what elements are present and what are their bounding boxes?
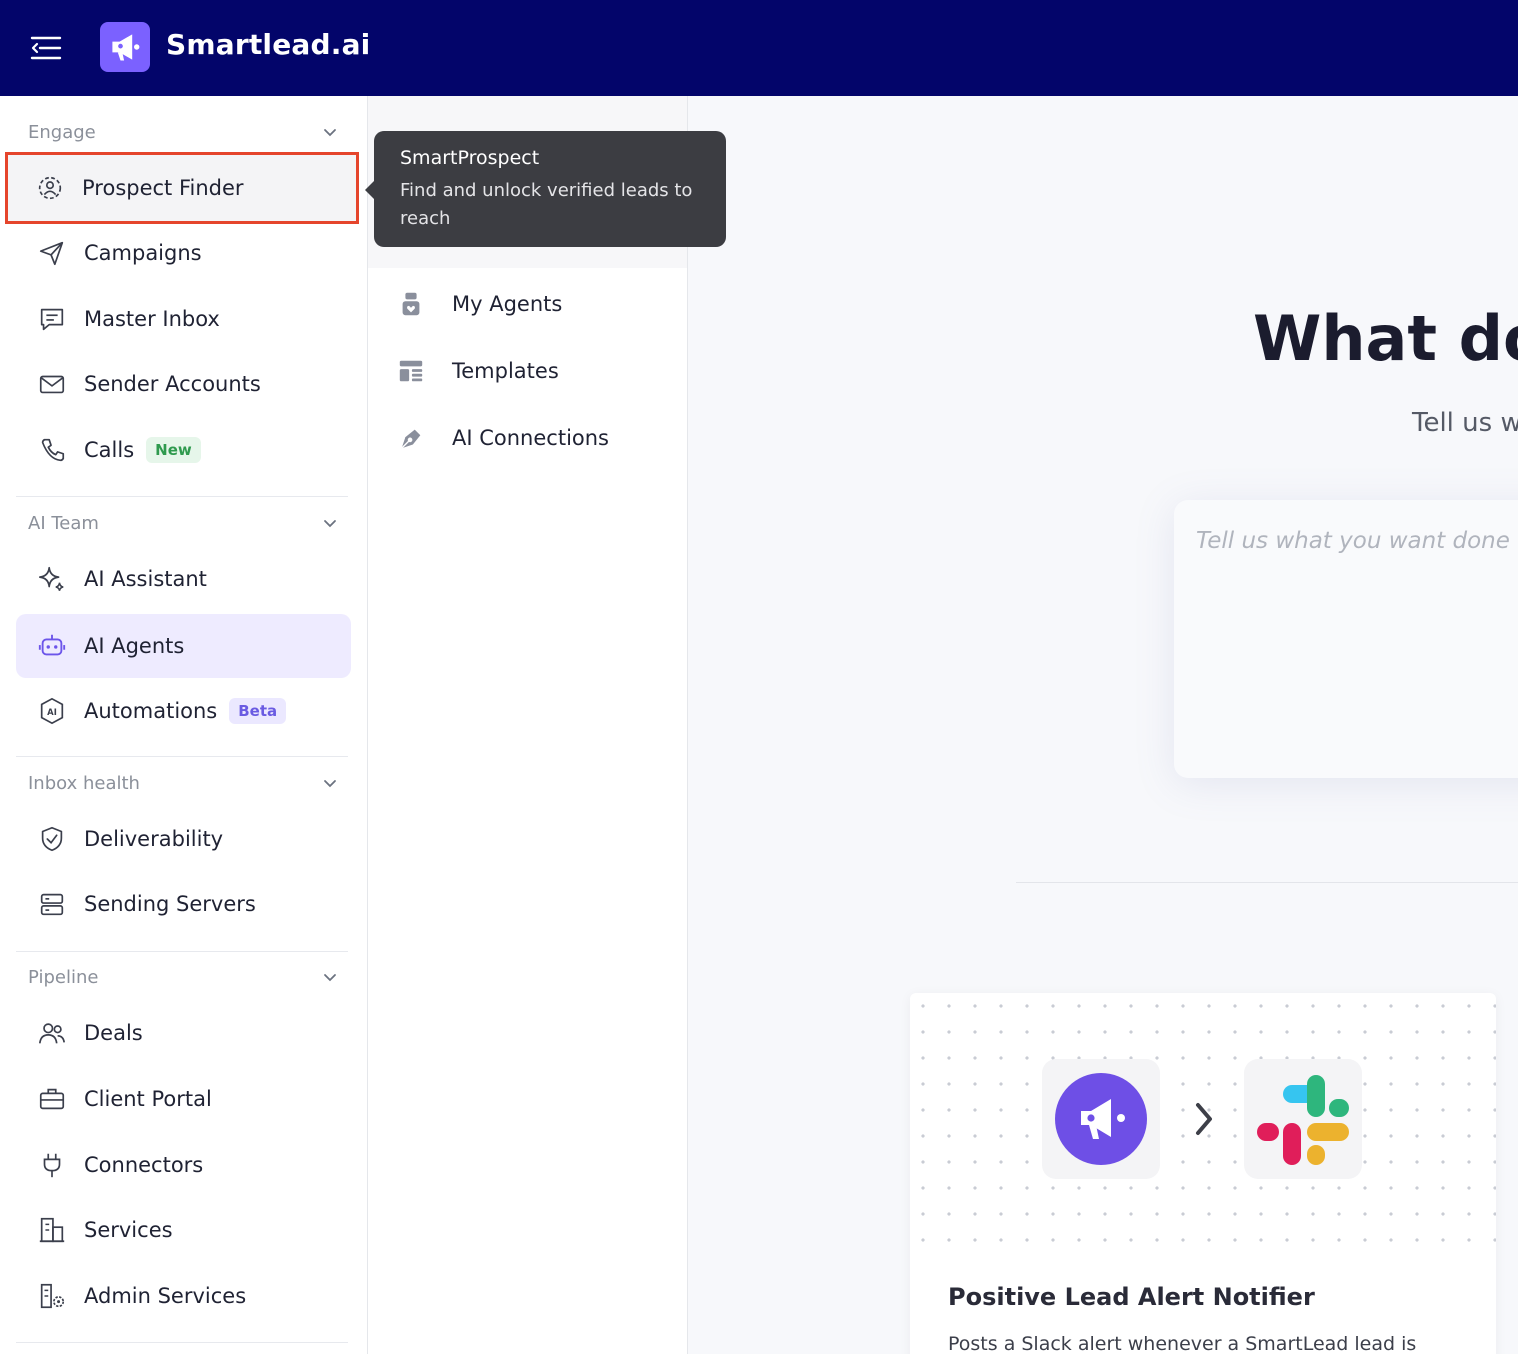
section-title: AI Team: [28, 512, 99, 534]
tooltip-body: Find and unlock verified leads to reach: [400, 180, 693, 229]
section-title: Engage: [28, 121, 96, 143]
sidebar-item-automations[interactable]: AI Automations Beta: [16, 679, 351, 743]
tooltip-title: SmartProspect: [400, 147, 540, 169]
subnav-item-ai-connections[interactable]: AI Connections: [396, 413, 676, 463]
sidebar-item-ai-agents[interactable]: AI Agents: [16, 614, 351, 678]
sidebar-item-label: Deliverability: [84, 827, 224, 851]
subnav-item-templates[interactable]: Templates: [396, 346, 676, 396]
chat-icon: [36, 303, 68, 335]
prospect-finder-tooltip: SmartProspect Find and unlock verified l…: [365, 131, 726, 247]
card-title: Positive Lead Alert Notifier: [948, 1283, 1315, 1311]
sidebar-item-label: Campaigns: [84, 241, 202, 265]
mail-icon: [36, 368, 68, 400]
sidebar-item-label: Sender Accounts: [84, 372, 261, 396]
users-icon: [36, 1017, 68, 1049]
section-header-pipeline[interactable]: Pipeline: [28, 962, 338, 992]
smartlead-app-tile: [1042, 1059, 1160, 1179]
main-content: What do Tell us w Tell us what you want …: [688, 96, 1518, 1354]
robot-icon: [36, 630, 68, 662]
sidebar-item-campaigns[interactable]: Campaigns: [16, 221, 351, 285]
top-header: Smartlead.ai: [0, 0, 1518, 96]
sidebar-item-calls[interactable]: Calls New: [16, 418, 351, 482]
divider: [1016, 882, 1518, 883]
brand-name[interactable]: Smartlead.ai: [166, 28, 370, 61]
chevron-down-icon: [324, 974, 336, 982]
hero-subtitle: Tell us w: [1412, 408, 1518, 438]
sidebar-item-services[interactable]: Services: [16, 1198, 351, 1262]
sidebar: Engage Prospect Finder Campaigns Master …: [0, 96, 368, 1354]
subnav-item-my-agents[interactable]: My Agents: [396, 279, 676, 329]
sidebar-item-admin-services[interactable]: Admin Services: [16, 1264, 351, 1328]
svg-text:AI: AI: [47, 707, 57, 717]
agent-icon: [396, 289, 426, 319]
prompt-box: [1174, 500, 1518, 778]
building-gear-icon: [36, 1280, 68, 1312]
section-header-inbox-health[interactable]: Inbox health: [28, 768, 338, 798]
sidebar-item-sender-accounts[interactable]: Sender Accounts: [16, 352, 351, 416]
sidebar-item-label: AI Assistant: [84, 567, 207, 591]
section-title: Pipeline: [28, 966, 99, 988]
divider: [16, 1342, 348, 1343]
sidebar-item-connectors[interactable]: Connectors: [16, 1133, 351, 1197]
gear-users-icon: [34, 172, 66, 204]
beta-badge: Beta: [229, 698, 287, 724]
chevron-down-icon: [324, 129, 336, 137]
sidebar-item-label: Sending Servers: [84, 892, 256, 916]
sidebar-item-label: AI Agents: [84, 634, 185, 658]
subnav-item-label: Templates: [452, 359, 559, 383]
sidebar-item-label: Automations: [84, 699, 218, 723]
template-card[interactable]: Positive Lead Alert Notifier Posts a Sla…: [910, 993, 1496, 1354]
sparkle-icon: [36, 563, 68, 595]
slack-app-tile: [1244, 1059, 1362, 1179]
subnav-item-label: My Agents: [452, 292, 563, 316]
shield-check-icon: [36, 823, 68, 855]
sidebar-item-ai-assistant[interactable]: AI Assistant: [16, 547, 351, 611]
section-header-engage[interactable]: Engage: [28, 117, 338, 147]
briefcase-icon: [36, 1083, 68, 1115]
plug-icon: [36, 1149, 68, 1181]
divider: [16, 496, 348, 497]
slack-logo-icon: [1257, 1075, 1349, 1165]
sidebar-item-label: Connectors: [84, 1153, 204, 1177]
phone-icon: [36, 434, 68, 466]
sidebar-item-label: Calls: [84, 438, 135, 462]
sidebar-item-master-inbox[interactable]: Master Inbox: [16, 287, 351, 351]
pen-nib-icon: [396, 423, 426, 453]
sidebar-item-label: Services: [84, 1218, 173, 1242]
section-header-ai-team[interactable]: AI Team: [28, 508, 338, 538]
new-badge: New: [146, 437, 201, 463]
card-description: Posts a Slack alert whenever a SmartLead…: [948, 1333, 1417, 1354]
subnav-item-label: AI Connections: [452, 426, 609, 450]
building-icon: [36, 1214, 68, 1246]
sidebar-item-deals[interactable]: Deals: [16, 1001, 351, 1065]
sidebar-item-label: Deals: [84, 1021, 143, 1045]
chevron-down-icon: [324, 520, 336, 528]
brand-logo-icon[interactable]: [100, 22, 150, 72]
send-icon: [36, 237, 68, 269]
divider: [16, 951, 348, 952]
sidebar-item-deliverability[interactable]: Deliverability: [16, 807, 351, 871]
sidebar-item-label: Prospect Finder: [82, 176, 244, 200]
ai-chip-icon: AI: [36, 695, 68, 727]
section-title: Inbox health: [28, 772, 140, 794]
sidebar-item-label: Admin Services: [84, 1284, 247, 1308]
menu-collapse-icon[interactable]: [30, 34, 62, 62]
chevron-right-icon: [1196, 1103, 1212, 1135]
hero-title: What do: [1253, 302, 1518, 375]
sidebar-item-prospect-finder[interactable]: Prospect Finder: [5, 152, 359, 224]
sidebar-item-sending-servers[interactable]: Sending Servers: [16, 872, 351, 936]
server-icon: [36, 888, 68, 920]
sidebar-item-label: Client Portal: [84, 1087, 212, 1111]
template-icon: [396, 356, 426, 386]
sidebar-item-label: Master Inbox: [84, 307, 220, 331]
prompt-input[interactable]: [1196, 528, 1518, 748]
divider: [16, 756, 348, 757]
sidebar-item-client-portal[interactable]: Client Portal: [16, 1067, 351, 1131]
ai-agents-subpanel: My Agents Templates AI Connections: [368, 96, 688, 1354]
chevron-down-icon: [324, 780, 336, 788]
smartlead-logo-icon: [1055, 1073, 1147, 1165]
